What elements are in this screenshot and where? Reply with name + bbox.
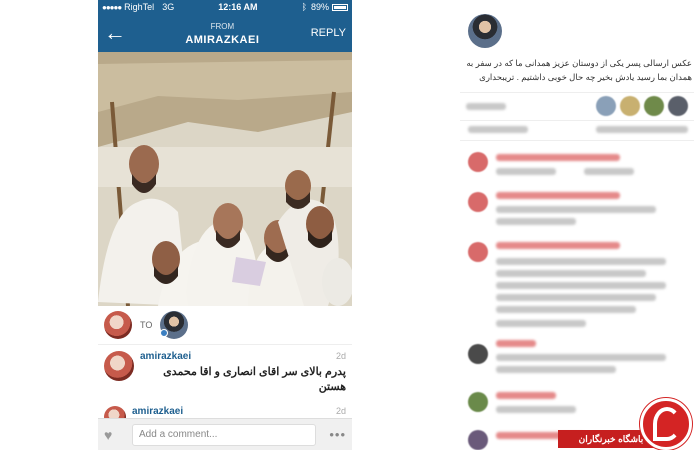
commenter-avatar[interactable] <box>468 152 488 172</box>
comment-username-blurred <box>496 154 620 161</box>
shared-photo[interactable] <box>98 52 352 306</box>
poster-avatar[interactable] <box>468 14 502 48</box>
comment-age-blurred <box>584 168 634 175</box>
to-label: TO <box>140 320 153 330</box>
signal-icon: ●●●●● <box>102 2 122 12</box>
comment-text: پدرم بالای سر اقای انصاری و اقا محمدی هس… <box>163 366 346 393</box>
battery-icon <box>332 3 348 11</box>
recipient-row: TO <box>98 306 352 344</box>
sender-name[interactable]: AMIRAZKAEI <box>185 34 259 46</box>
comments-header-blurred <box>468 126 528 133</box>
comment-username-blurred <box>496 340 536 347</box>
comment-text-blurred <box>496 294 656 301</box>
likes-count-blurred <box>466 103 506 110</box>
comment-username-blurred <box>496 192 620 199</box>
comment-text-blurred <box>496 168 556 175</box>
commenter-avatar[interactable] <box>468 430 488 450</box>
recipient-avatar[interactable] <box>160 311 189 339</box>
carrier-label: RighTel <box>124 2 155 12</box>
comment-text-blurred <box>496 270 646 277</box>
watermark-logo: باشگاه خبرنگاران <box>558 398 694 450</box>
comment-text-blurred <box>496 320 586 327</box>
commenter-avatar[interactable] <box>468 242 488 262</box>
watermark-emblem <box>640 398 692 450</box>
screenshot-root: ●●●●● RighTel 3G 12:16 AM ᛒ 89% ← FROM A… <box>0 0 694 450</box>
comment-text-blurred <box>496 282 666 289</box>
comment-text-blurred <box>496 258 666 265</box>
commenter-avatar[interactable] <box>468 344 488 364</box>
comment-bar: ♥ Add a comment... ••• <box>98 418 352 450</box>
divider <box>460 92 694 93</box>
liker-avatar[interactable] <box>620 96 640 116</box>
battery-percent: 89% <box>310 2 329 12</box>
comment-item: 2d amirazkaei پدرم بالای سر اقای انصاری … <box>98 344 352 404</box>
arrow-left-icon[interactable]: ← <box>104 20 134 46</box>
network-label: 3G <box>162 2 175 12</box>
post-detail-panel: عکس ارسالی پسر یکی از دوستان عزیز همدانی… <box>460 0 694 450</box>
group-photo-image <box>98 52 352 306</box>
commenter-avatar[interactable] <box>104 351 134 381</box>
from-label: FROM <box>210 21 235 31</box>
likes-row <box>466 96 690 118</box>
comment-input[interactable]: Add a comment... <box>132 423 316 446</box>
nav-title: FROM AMIRAZKAEI <box>134 21 311 46</box>
ellipsis-icon[interactable]: ••• <box>316 427 346 442</box>
commenter-username[interactable]: amirazkaei <box>140 351 346 362</box>
comment-text-blurred <box>496 218 576 225</box>
sender-avatar[interactable] <box>104 311 132 339</box>
bluetooth-icon: ᛒ <box>301 2 307 12</box>
commenter-avatar[interactable] <box>468 192 488 212</box>
liker-avatar[interactable] <box>668 96 688 116</box>
commenter-avatar[interactable] <box>468 392 488 412</box>
direct-message-view: ●●●●● RighTel 3G 12:16 AM ᛒ 89% ← FROM A… <box>98 0 352 450</box>
clock: 12:16 AM <box>218 2 258 12</box>
seen-icon <box>160 329 169 337</box>
comment-text-blurred <box>496 306 636 313</box>
post-caption: عکس ارسالی پسر یکی از دوستان عزیز همدانی… <box>466 58 692 82</box>
liker-avatar[interactable] <box>644 96 664 116</box>
heart-icon[interactable]: ♥ <box>104 427 132 443</box>
comment-age: 2d <box>335 351 346 361</box>
liker-avatar[interactable] <box>596 96 616 116</box>
comment-username-blurred <box>496 392 556 399</box>
status-bar: ●●●●● RighTel 3G 12:16 AM ᛒ 89% <box>98 0 352 14</box>
show-all-comments-blurred <box>596 126 688 133</box>
nav-bar: ← FROM AMIRAZKAEI REPLY <box>98 14 352 52</box>
divider <box>460 140 694 141</box>
comment-text-blurred <box>496 366 616 373</box>
divider <box>460 120 694 121</box>
comment-text-blurred <box>496 354 666 361</box>
reply-button[interactable]: REPLY <box>311 27 346 39</box>
comment-text-blurred <box>496 206 656 213</box>
comment-username-blurred <box>496 242 620 249</box>
